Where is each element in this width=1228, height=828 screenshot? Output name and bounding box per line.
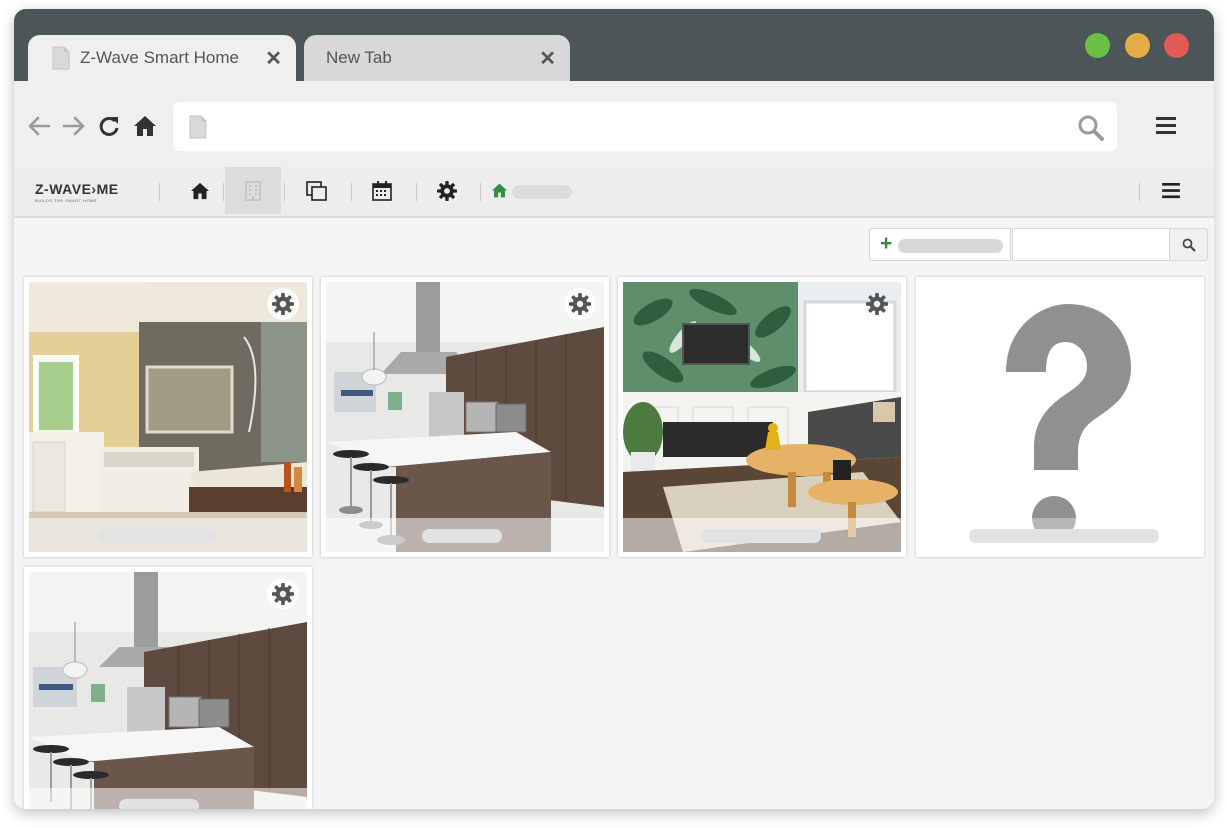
title-bar: Z-Wave Smart Home ✕ New Tab ✕	[14, 9, 1214, 81]
divider	[223, 183, 224, 201]
nav-devices[interactable]	[291, 167, 343, 214]
back-button[interactable]	[26, 115, 52, 137]
tab-z-wave-smart-home[interactable]: Z-Wave Smart Home ✕	[28, 35, 296, 81]
search-input[interactable]	[1012, 228, 1170, 261]
divider	[284, 183, 285, 201]
browser-menu-button[interactable]	[1156, 117, 1176, 140]
logo-text: Z-WAVE›ME	[35, 181, 119, 197]
forward-button[interactable]	[61, 115, 87, 137]
room-name-placeholder	[97, 529, 217, 543]
close-window-button[interactable]	[1164, 33, 1189, 58]
breadcrumb-label-placeholder	[512, 185, 572, 199]
room-photo-kitchen	[326, 282, 604, 552]
home-button[interactable]	[132, 115, 158, 137]
app-navbar: Z-WAVE›ME BUILDS THE SMART HOME	[14, 167, 1214, 218]
room-settings-button[interactable]	[861, 288, 893, 320]
tab-title: Z-Wave Smart Home	[80, 48, 240, 67]
reload-icon	[99, 116, 119, 136]
reload-button[interactable]	[96, 115, 122, 137]
divider	[480, 183, 481, 201]
nav-rooms[interactable]	[225, 167, 281, 214]
room-card-kitchen-2[interactable]	[24, 567, 312, 809]
room-name-placeholder	[422, 529, 502, 543]
gear-icon	[437, 180, 457, 201]
divider	[159, 183, 160, 201]
minimize-button[interactable]	[1125, 33, 1150, 58]
room-name-placeholder	[969, 529, 1159, 543]
room-card-bathroom[interactable]	[24, 277, 312, 557]
room-card-unknown[interactable]	[916, 277, 1204, 557]
tab-title: New Tab	[326, 48, 392, 67]
browser-window: Z-Wave Smart Home ✕ New Tab ✕ Z-WAVE›ME …	[14, 9, 1214, 809]
room-photo-bathroom	[29, 282, 307, 552]
rooms-content: +	[14, 218, 1214, 809]
building-icon	[245, 180, 261, 201]
room-name-placeholder	[119, 799, 199, 809]
gear-icon	[272, 583, 294, 605]
room-name-placeholder	[701, 529, 821, 543]
home-icon	[134, 116, 156, 136]
question-mark-icon	[921, 282, 1199, 552]
room-photo-living-room	[623, 282, 901, 552]
gear-icon	[272, 293, 294, 315]
room-settings-button[interactable]	[267, 288, 299, 320]
breadcrumb-home[interactable]	[488, 167, 510, 214]
search-icon	[1182, 238, 1195, 251]
nav-home[interactable]	[174, 167, 226, 214]
room-card-kitchen[interactable]	[321, 277, 609, 557]
plus-icon: +	[880, 232, 893, 255]
room-settings-button[interactable]	[564, 288, 596, 320]
divider	[1139, 183, 1140, 201]
z-wave-me-logo[interactable]: Z-WAVE›ME BUILDS THE SMART HOME	[35, 181, 119, 203]
gear-icon	[866, 293, 888, 315]
add-room-label-placeholder	[898, 239, 1003, 253]
hamburger-icon	[1162, 182, 1180, 198]
document-icon	[189, 115, 207, 144]
calendar-icon	[372, 180, 392, 201]
add-room-button[interactable]: +	[869, 228, 1011, 261]
home-icon	[491, 183, 507, 198]
room-photo-kitchen	[29, 572, 307, 809]
room-settings-button[interactable]	[267, 578, 299, 610]
close-icon[interactable]: ✕	[539, 46, 556, 71]
close-icon[interactable]: ✕	[265, 46, 282, 71]
search-icon[interactable]	[1077, 114, 1105, 147]
room-card-living-room[interactable]	[618, 277, 906, 557]
copy-icon	[306, 180, 327, 201]
browser-toolbar	[14, 81, 1214, 167]
divider	[351, 183, 352, 201]
nav-events[interactable]	[356, 167, 408, 214]
gear-icon	[569, 293, 591, 315]
home-icon	[191, 182, 209, 199]
nav-settings[interactable]	[421, 167, 473, 214]
search-button[interactable]	[1170, 228, 1208, 261]
address-bar[interactable]	[173, 102, 1117, 151]
logo-tagline: BUILDS THE SMART HOME	[35, 198, 98, 203]
divider	[416, 183, 417, 201]
maximize-button[interactable]	[1085, 33, 1110, 58]
arrow-right-icon	[62, 116, 85, 136]
document-icon	[52, 46, 70, 70]
app-menu-button[interactable]	[1151, 167, 1191, 214]
hamburger-icon	[1156, 117, 1176, 134]
arrow-left-icon	[28, 116, 51, 136]
tab-new-tab[interactable]: New Tab ✕	[304, 35, 570, 81]
